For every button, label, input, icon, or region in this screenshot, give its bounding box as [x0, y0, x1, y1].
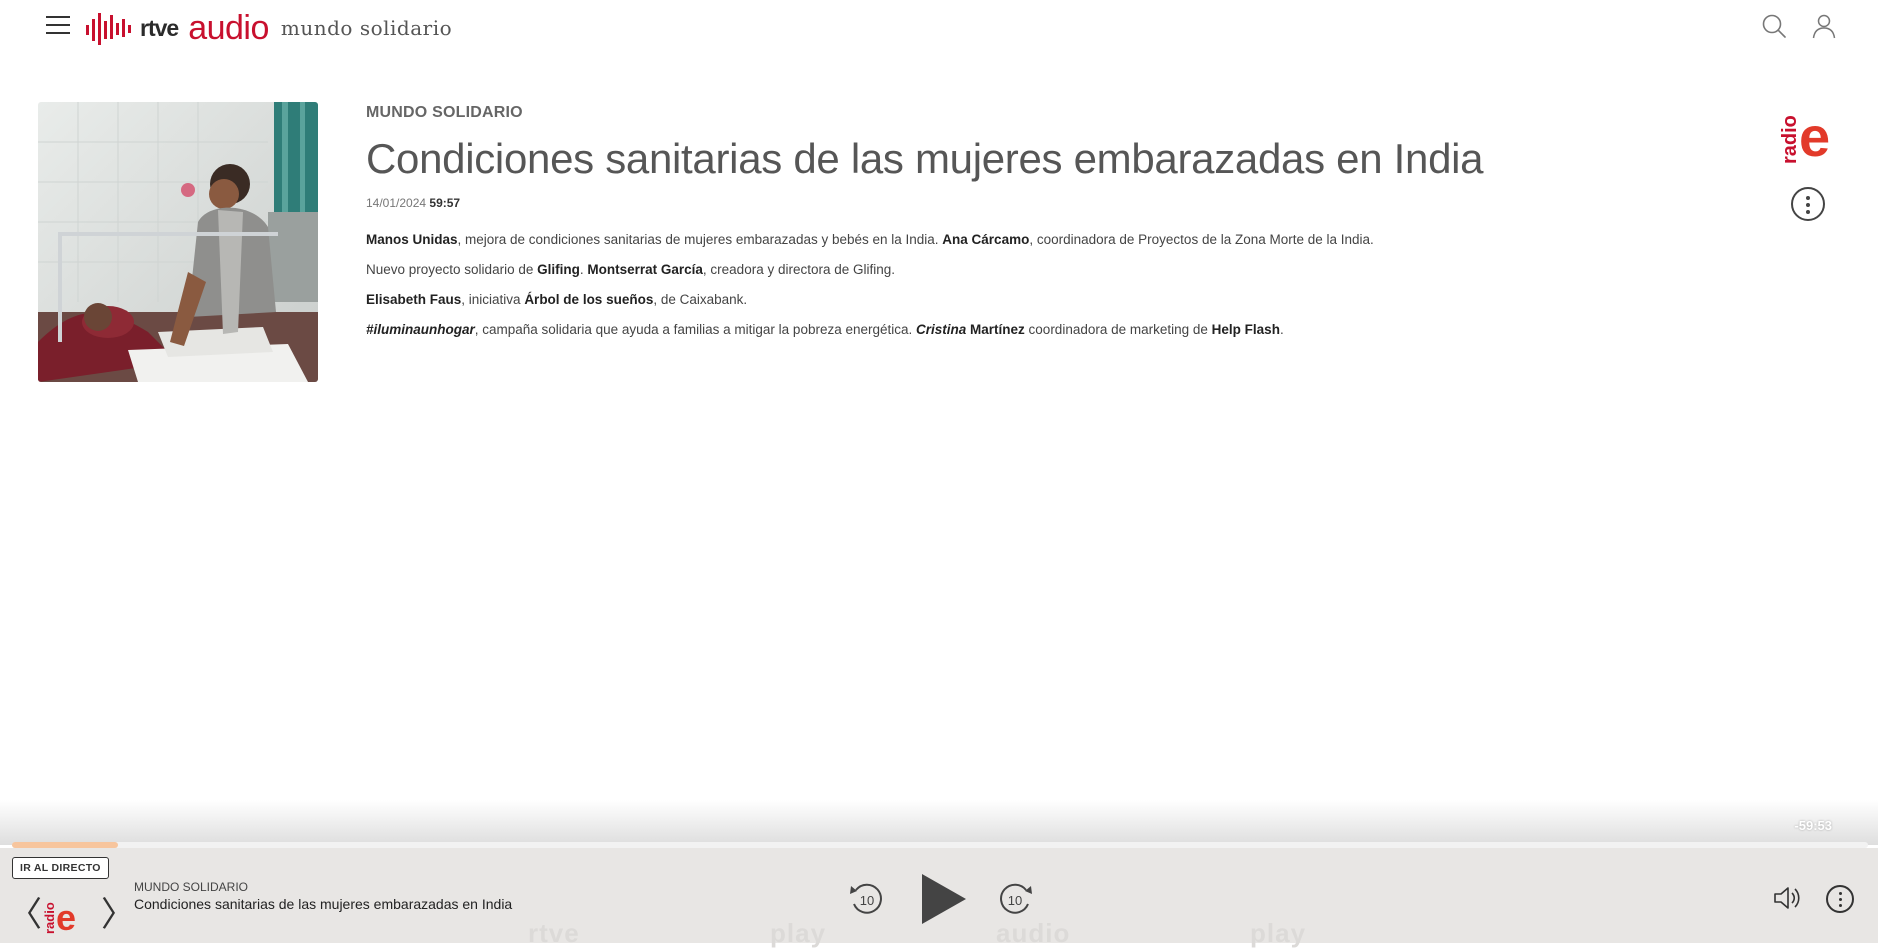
- desc-strong: Manos Unidas: [366, 232, 458, 248]
- desc-text: , de Caixabank.: [653, 292, 748, 308]
- header-program-name[interactable]: mundo solidario: [281, 16, 452, 40]
- desc-text: coordinadora de marketing de: [1024, 322, 1212, 338]
- station-logo-big-text: e: [56, 897, 76, 936]
- radio-exterior-logo[interactable]: radio e: [1776, 106, 1838, 170]
- episode-details: MUNDO SOLIDARIO Condiciones sanitarias d…: [366, 104, 1666, 352]
- description-paragraph: #iluminaunhogar, campaña solidaria que a…: [366, 322, 1666, 337]
- station-logo-big-text: e: [1799, 106, 1830, 168]
- desc-strong: Elisabeth Faus: [366, 292, 462, 308]
- header-actions: [1760, 12, 1838, 40]
- radio-exterior-logo-small[interactable]: radio e: [40, 896, 88, 936]
- rewind-10-icon[interactable]: 10: [848, 880, 886, 918]
- play-icon[interactable]: [916, 872, 968, 926]
- time-remaining: -59:53: [1794, 818, 1832, 833]
- desc-strong-italic: Cristina: [916, 322, 967, 338]
- episode-date: 14/01/2024: [366, 196, 427, 211]
- station-switcher: 〈 radio e 〉: [6, 892, 135, 938]
- episode-description: Manos Unidas, mejora de condiciones sani…: [366, 232, 1666, 337]
- footer-watermark: play: [770, 918, 827, 948]
- station-logo-small-text: radio: [1779, 115, 1801, 164]
- episode-title: Condiciones sanitarias de las mujeres em…: [366, 135, 1484, 182]
- episode-meta: 14/01/2024 59:57: [366, 196, 1666, 210]
- player-fade: [0, 800, 1878, 845]
- description-paragraph: Manos Unidas, mejora de condiciones sani…: [366, 232, 1666, 247]
- chevron-left-icon[interactable]: 〈: [8, 898, 42, 932]
- desc-text: , campaña solidaria que ayuda a familias…: [474, 322, 917, 338]
- desc-strong: Martínez: [966, 322, 1025, 338]
- desc-strong: Glifing: [537, 262, 580, 278]
- audio-player: IR AL DIRECTO 〈 radio e 〉 MUNDO SOLIDARI…: [0, 848, 1878, 948]
- menu-icon[interactable]: [46, 16, 70, 36]
- description-paragraph: Elisabeth Faus, iniciativa Árbol de los …: [366, 292, 1666, 307]
- footer-watermark: audio: [996, 918, 1071, 948]
- logo-audio-text: audio: [188, 9, 269, 47]
- desc-strong: Ana Cárcamo: [942, 232, 1030, 248]
- volume-icon[interactable]: [1772, 884, 1802, 912]
- player-more-options-icon[interactable]: [1826, 885, 1854, 913]
- desc-strong: Árbol de los sueños: [524, 292, 654, 308]
- program-kicker[interactable]: MUNDO SOLIDARIO: [366, 104, 1666, 122]
- desc-text: , mejora de condiciones sanitarias de mu…: [457, 232, 943, 248]
- now-playing-title[interactable]: Condiciones sanitarias de las mujeres em…: [134, 896, 512, 912]
- rtve-audio-logo[interactable]: rtve audio mundo solidario: [86, 6, 452, 50]
- go-live-button[interactable]: IR AL DIRECTO: [12, 857, 109, 879]
- logo-rtve-text: rtve: [140, 14, 179, 41]
- footer-watermark: play: [1250, 918, 1307, 948]
- desc-strong: Montserrat García: [587, 262, 703, 278]
- forward-label: 10: [1008, 893, 1022, 908]
- desc-hashtag: #iluminaunhogar: [366, 322, 475, 338]
- footer-watermark: rtve: [528, 918, 580, 948]
- desc-text: , coordinadora de Proyectos de la Zona M…: [1029, 232, 1374, 248]
- episode-duration: 59:57: [429, 196, 461, 211]
- desc-text: , creadora y directora de Glifing.: [702, 262, 896, 278]
- station-logo-small-text: radio: [42, 902, 57, 934]
- search-icon[interactable]: [1760, 12, 1788, 40]
- desc-text: , iniciativa: [461, 292, 525, 308]
- episode-thumbnail: [38, 102, 318, 382]
- desc-strong: Help Flash: [1211, 322, 1280, 338]
- desc-text: Nuevo proyecto solidario de: [366, 262, 538, 278]
- forward-10-icon[interactable]: 10: [996, 880, 1034, 918]
- site-header: rtve audio mundo solidario: [0, 0, 1878, 52]
- description-paragraph: Nuevo proyecto solidario de Glifing. Mon…: [366, 262, 1666, 277]
- desc-text: .: [1279, 322, 1284, 338]
- chevron-right-icon[interactable]: 〉: [101, 898, 135, 932]
- rtve-bars-icon: [86, 13, 131, 45]
- now-playing-program[interactable]: MUNDO SOLIDARIO: [134, 880, 248, 894]
- rewind-label: 10: [860, 893, 874, 908]
- user-icon[interactable]: [1810, 12, 1838, 40]
- more-options-icon[interactable]: [1791, 187, 1825, 221]
